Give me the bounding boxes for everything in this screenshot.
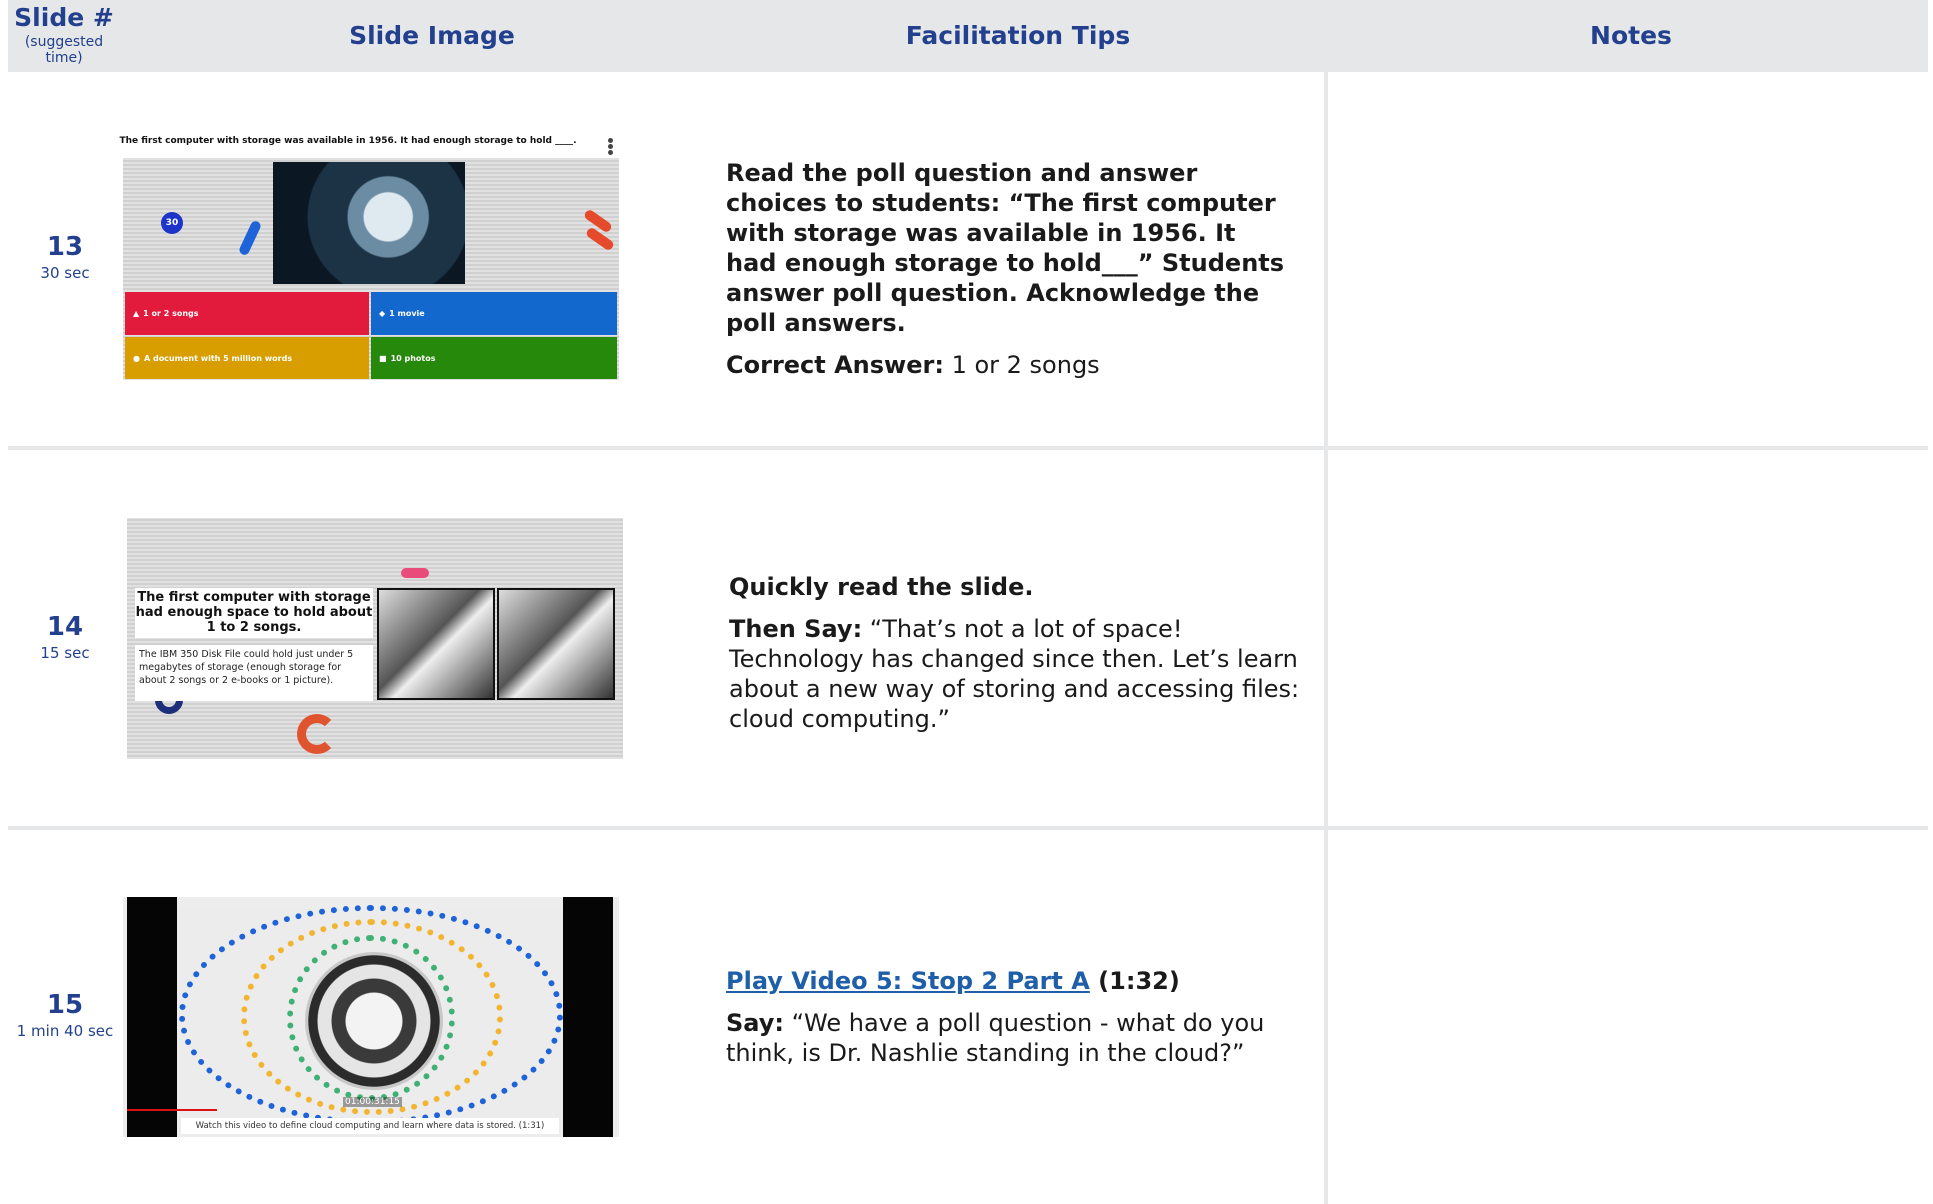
square-icon: ■	[379, 353, 387, 363]
tip-paragraph: Correct Answer: 1 or 2 songs	[726, 350, 1286, 380]
slide-13-question: The first computer with storage was avai…	[119, 136, 577, 146]
slide-number-15: 15 1 min 40 sec	[8, 990, 122, 1040]
answer-label: 1 movie	[389, 309, 425, 318]
table-header: Slide # (suggested time) Slide Image Fac…	[8, 0, 1928, 72]
tip-paragraph: Then Say: “That’s not a lot of space! Te…	[729, 614, 1309, 734]
tip-text: 1 or 2 songs	[943, 351, 1100, 379]
facilitation-tips-13: Read the poll question and answer choice…	[726, 158, 1286, 392]
slide-number: 13	[46, 232, 84, 262]
header-slide-number: Slide # (suggested time)	[8, 0, 120, 72]
answer-option-2: ◆ 1 movie	[371, 292, 617, 335]
header-slide-image: Slide Image	[349, 21, 515, 50]
play-video-link[interactable]: Play Video 5: Stop 2 Part A	[726, 967, 1090, 995]
video-duration: (1:32)	[1089, 967, 1180, 995]
header-slide-number-label: Slide #	[14, 3, 114, 32]
answer-option-3: ● A document with 5 million words	[125, 337, 369, 379]
globe-image	[305, 952, 443, 1090]
slide-15-thumbnail: 01:00:31:15 Watch this video to define c…	[123, 897, 619, 1137]
tip-paragraph: Say: “We have a poll question - what do …	[726, 1008, 1306, 1068]
header-slide-number-sub: (suggested time)	[24, 34, 104, 66]
tip-label: Then Say:	[729, 615, 863, 643]
slide-number: 14	[46, 612, 84, 642]
row-divider	[8, 446, 1928, 450]
triangle-icon: ▲	[133, 309, 140, 318]
tip-paragraph: Read the poll question and answer choice…	[726, 159, 1285, 337]
header-facilitation-tips: Facilitation Tips	[905, 21, 1131, 50]
slide-14-title: The first computer with storage had enou…	[135, 588, 373, 638]
ibm-disk-photo-2	[497, 588, 615, 700]
header-notes: Notes	[1590, 21, 1672, 50]
slide-number: 15	[46, 990, 84, 1020]
diamond-icon: ◆	[379, 309, 386, 318]
slide-time: 30 sec	[40, 264, 90, 282]
ibm-disk-photo-1	[377, 588, 495, 700]
answer-label: 1 or 2 songs	[143, 309, 199, 318]
video-progress-bar	[127, 1109, 217, 1111]
slide-14-description: The IBM 350 Disk File could hold just un…	[135, 645, 373, 701]
video-letterbox	[127, 897, 177, 1137]
slide-15-caption: Watch this video to define cloud computi…	[181, 1118, 559, 1134]
slide-number-14: 14 15 sec	[8, 612, 122, 662]
facilitation-tips-14: Quickly read the slide. Then Say: “That’…	[729, 572, 1309, 746]
decorative-shape	[401, 568, 429, 578]
timer-badge: 30	[161, 212, 183, 234]
slide-time: 1 min 40 sec	[16, 1022, 114, 1040]
video-letterbox	[563, 897, 613, 1137]
answer-label: 10 photos	[390, 353, 436, 363]
tip-label: Correct Answer:	[726, 351, 944, 379]
tip-label: Say:	[726, 1009, 784, 1037]
answer-option-4: ■ 10 photos	[371, 337, 617, 379]
facilitation-tips-15: Play Video 5: Stop 2 Part A (1:32) Say: …	[726, 966, 1306, 1080]
column-divider	[1324, 72, 1328, 1204]
answer-label: A document with 5 million words	[143, 353, 293, 363]
video-timestamp: 01:00:31:15	[343, 1097, 402, 1107]
slide-13-thumbnail: 30 ▲ 1 or 2 songs ◆ 1 movie ● A document wi…	[123, 158, 619, 380]
tip-paragraph: Play Video 5: Stop 2 Part A (1:32)	[726, 966, 1306, 996]
decorative-shape	[297, 714, 337, 754]
slide-time: 15 sec	[40, 644, 90, 662]
answer-option-1: ▲ 1 or 2 songs	[125, 292, 369, 335]
hard-drive-image	[273, 162, 465, 284]
tip-paragraph: Quickly read the slide.	[729, 573, 1034, 601]
slide-number-13: 13 30 sec	[8, 232, 122, 282]
row-divider	[8, 826, 1928, 830]
circle-icon: ●	[133, 353, 140, 363]
slide-14-thumbnail: The first computer with storage had enou…	[127, 518, 623, 759]
tip-text: “We have a poll question - what do you t…	[726, 1009, 1265, 1067]
more-options-icon	[608, 138, 616, 155]
